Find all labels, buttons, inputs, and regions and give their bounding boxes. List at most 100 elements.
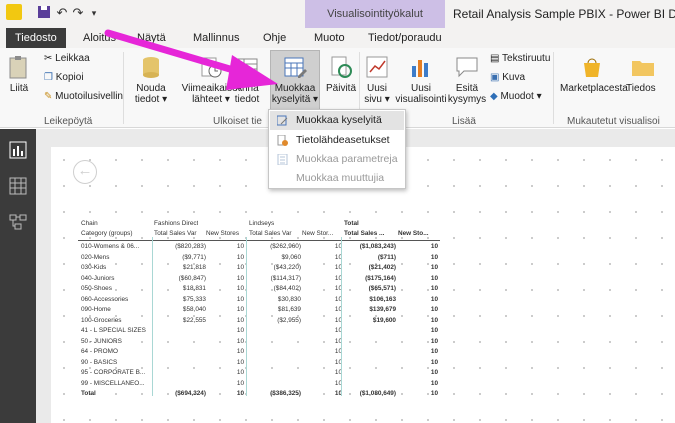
new-page-button[interactable]: Uusi sivu ▾: [363, 54, 391, 105]
copy-icon: ❐: [44, 72, 56, 83]
cell-value: 10: [236, 285, 244, 292]
enter-data-label: Anna tiedot: [234, 83, 260, 105]
column-header[interactable]: New Stor...: [302, 229, 342, 239]
edit-queries-button[interactable]: Muokkaa kyselyitä ▾: [270, 50, 320, 112]
cell-value: 10: [334, 348, 342, 355]
table-row[interactable]: 050-Shoes $18,831 10 ($84,402) 10 ($65,571) 10: [78, 284, 440, 294]
report-view-icon[interactable]: [9, 141, 27, 159]
cut-label: Leikkaa: [55, 53, 90, 64]
back-arrow-icon[interactable]: ←: [73, 160, 97, 184]
table-row[interactable]: 100-Groceries $22,555 10 ($2,955) 10 $19,600 1…: [78, 316, 440, 326]
cell-value: ($114,317): [270, 274, 301, 282]
row-label: 040-Juniors: [81, 274, 115, 282]
cell-value: 10: [430, 369, 438, 376]
cell-value: 10: [236, 390, 244, 397]
table-row[interactable]: 020-Mens ($9,771) 10 $9,060 10 ($711) 10: [78, 253, 440, 263]
row-label: Total: [81, 390, 96, 397]
column-header[interactable]: Total Sales Var: [249, 229, 301, 239]
cell-value: 10: [430, 285, 438, 292]
menu-item-data-source-settings[interactable]: Tietolähdeasetukset: [270, 131, 404, 150]
refresh-button[interactable]: Päivitä: [326, 54, 356, 94]
cell-value: ($1,080,649): [359, 390, 396, 397]
cell-value: 10: [334, 379, 342, 387]
table-row[interactable]: 41 - L SPECIAL SIZES 10 10 10: [78, 326, 440, 336]
column-header[interactable]: Total Sales ...: [344, 229, 394, 239]
new-page-label: Uusi sivu: [364, 83, 387, 105]
tab-data-drill[interactable]: Tiedot/poraudu: [368, 28, 442, 48]
redo-icon[interactable]: ↷: [70, 5, 86, 21]
data-view-icon[interactable]: [9, 177, 27, 195]
column-header[interactable]: New Stores: [206, 229, 244, 239]
recent-sources-icon: [201, 57, 222, 78]
marketplace-label: Marketplacesta: [560, 83, 628, 94]
row-label: 95 - CORPORATE B...: [81, 369, 146, 376]
format-painter-button[interactable]: ✎ Muotoilusivellin: [44, 91, 123, 102]
cell-value: 10: [334, 369, 342, 376]
group-label-external-data: Ulkoiset tie: [213, 116, 262, 127]
menu-item-edit-parameters[interactable]: Muokkaa parametreja: [270, 150, 404, 169]
row-label: 050-Shoes: [81, 285, 112, 292]
model-view-icon[interactable]: [9, 213, 27, 231]
menu-item-label: Tietolähdeasetukset: [296, 134, 390, 146]
tab-home[interactable]: Aloitus: [83, 28, 116, 48]
cell-value: 10: [430, 358, 438, 366]
table-row[interactable]: 010-Womens & 06... ($820,283) 10 ($262,960)…: [78, 242, 440, 252]
marketplace-button[interactable]: Marketplacesta: [560, 54, 628, 94]
tab-view[interactable]: Näytä: [137, 28, 166, 48]
cell-value: 10: [334, 337, 342, 345]
copy-button[interactable]: ❐ Kopioi: [44, 72, 84, 83]
table-row[interactable]: 50 - JUNIORS 10 10 10: [78, 337, 440, 347]
refresh-label: Päivitä: [326, 83, 357, 94]
category-column-header[interactable]: Category (groups): [81, 229, 151, 239]
column-divider: [246, 237, 247, 396]
get-data-button[interactable]: Nouda tiedot ▾: [131, 54, 171, 105]
cell-value: $19,600: [372, 316, 396, 324]
enter-data-button[interactable]: Anna tiedot: [231, 54, 263, 105]
window-title: Retail Analysis Sample PBIX - Power BI D…: [453, 7, 675, 21]
save-icon[interactable]: [36, 5, 52, 21]
table-row[interactable]: 90 - BASICS 10 10 10: [78, 358, 440, 368]
cell-value: $58,040: [182, 306, 206, 313]
table-row[interactable]: 060-Accessories $75,333 10 $30,830 10 $106,16…: [78, 295, 440, 305]
group-label-clipboard: Leikepöytä: [44, 116, 93, 127]
table-row[interactable]: 64 - PROMO 10 10 10: [78, 347, 440, 357]
tab-modeling[interactable]: Mallinnus: [193, 28, 239, 48]
table-icon: [236, 58, 258, 76]
ask-question-button[interactable]: Esitä kysymys: [447, 54, 487, 105]
folder-icon: [632, 61, 654, 76]
table-row[interactable]: 95 - CORPORATE B... 10 10 10: [78, 368, 440, 378]
undo-icon[interactable]: ↶: [54, 5, 70, 21]
total-row[interactable]: Total ($694,324) 10 ($386,325) 10 ($1,080,649…: [78, 389, 440, 399]
text-box-button[interactable]: ▤ Tekstiruutu: [490, 53, 550, 64]
cell-value: $18,831: [182, 285, 206, 292]
cell-value: $75,333: [182, 295, 206, 303]
image-button[interactable]: ▣ Kuva: [490, 72, 525, 83]
cell-value: ($2,955): [277, 316, 301, 324]
column-header[interactable]: New Sto...: [398, 229, 438, 239]
table-row[interactable]: 030-Kids $21,818 10 ($43,220) 10 ($21,402) 10: [78, 263, 440, 273]
row-label: 010-Womens & 06...: [81, 243, 140, 250]
new-visual-button[interactable]: Uusi visualisointi: [395, 54, 447, 105]
table-row[interactable]: 040-Juniors ($60,847) 10 ($114,317) 10 ($175,…: [78, 274, 440, 284]
menu-item-edit-queries[interactable]: Muokkaa kyselyitä: [270, 111, 404, 130]
tab-format[interactable]: Muoto: [314, 28, 345, 48]
tab-file[interactable]: Tiedosto: [6, 28, 66, 48]
menu-item-edit-variables[interactable]: Muokkaa muuttujia: [270, 169, 404, 188]
column-divider: [341, 237, 342, 396]
customize-toolbar-icon[interactable]: ▾: [86, 5, 102, 21]
tab-help[interactable]: Ohje: [263, 28, 286, 48]
cell-value: $139,679: [369, 306, 396, 313]
shapes-button[interactable]: ◆ Muodot ▾: [490, 91, 542, 102]
row-label: 50 - JUNIORS: [81, 337, 122, 345]
table-row[interactable]: 99 - MISCELLANEO... 10 10 10: [78, 379, 440, 389]
column-header[interactable]: Total Sales Var: [154, 229, 206, 239]
menu-item-label: Muokkaa muuttujia: [296, 172, 385, 184]
cell-value: 10: [236, 358, 244, 366]
table-row[interactable]: 090-Home $58,040 10 $81,639 10 $139,679 10: [78, 305, 440, 315]
cut-button[interactable]: ✂ Leikkaa: [44, 53, 90, 64]
cell-value: ($820,283): [175, 243, 206, 250]
from-file-button[interactable]: Tiedos: [626, 54, 675, 94]
from-file-label: Tiedos: [626, 83, 656, 94]
row-label: 100-Groceries: [81, 316, 122, 324]
paste-button[interactable]: Liitä: [6, 54, 32, 94]
